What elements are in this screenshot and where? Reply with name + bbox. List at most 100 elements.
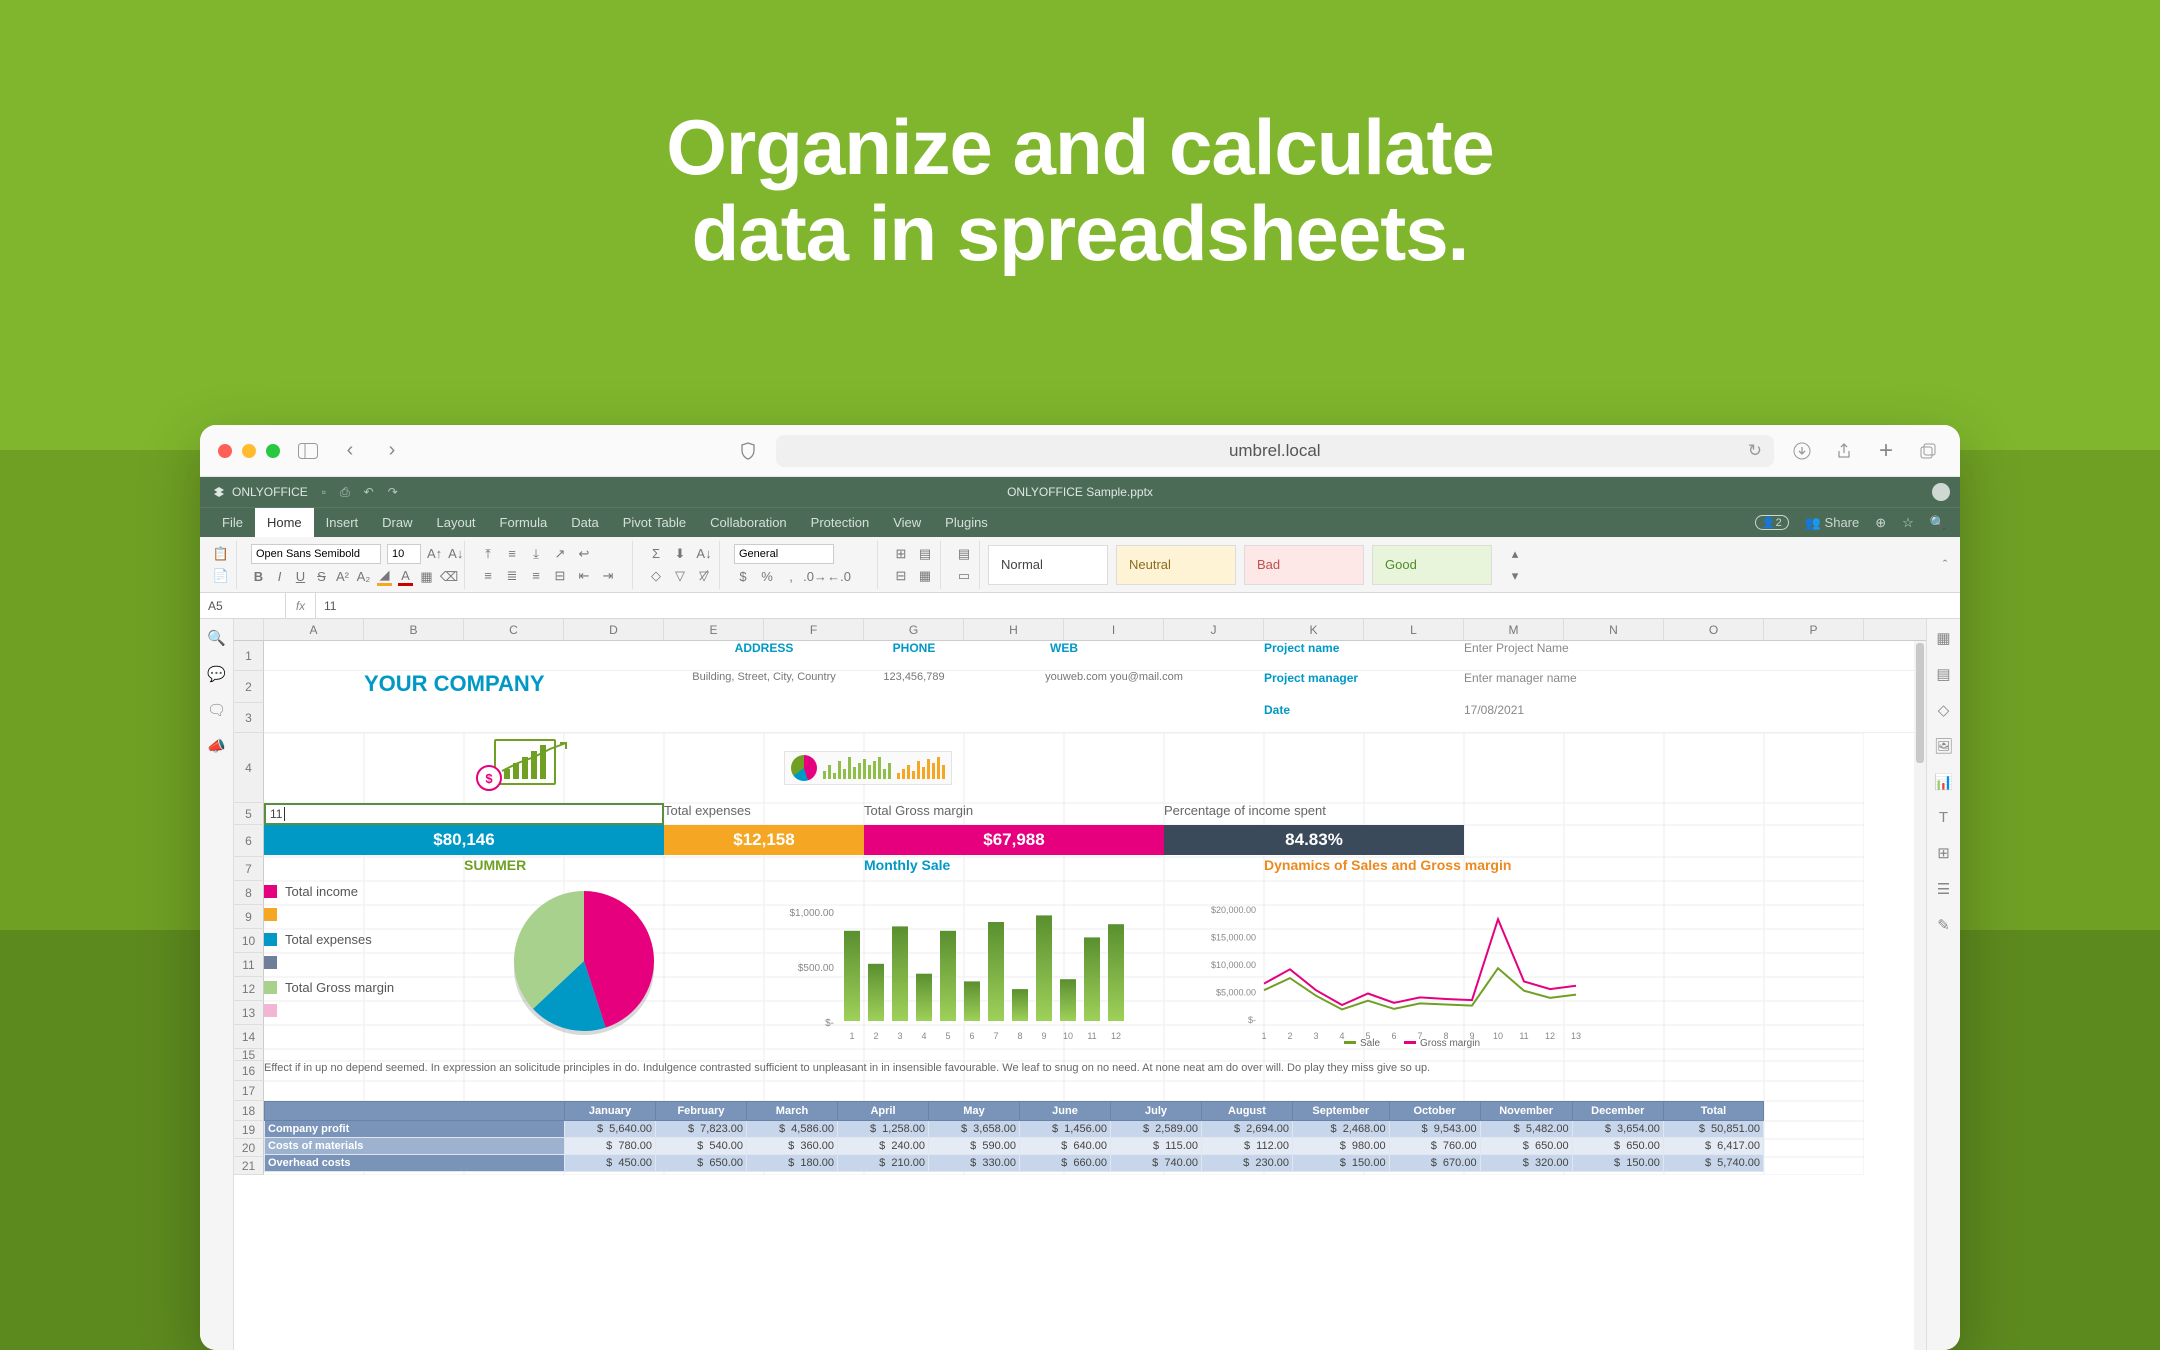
rail-feedback-icon[interactable]: 📣 bbox=[207, 737, 226, 755]
percent-icon[interactable]: % bbox=[758, 568, 776, 586]
col-head-H[interactable]: H bbox=[964, 619, 1064, 640]
pie-chart[interactable] bbox=[504, 881, 664, 1041]
undo-icon[interactable]: ↶ bbox=[364, 485, 374, 500]
row-head-18[interactable]: 18 bbox=[234, 1101, 264, 1121]
maximize-icon[interactable] bbox=[266, 444, 280, 458]
menu-data[interactable]: Data bbox=[559, 508, 610, 537]
copy-icon[interactable]: 📋 bbox=[212, 545, 230, 563]
shield-icon[interactable] bbox=[734, 437, 762, 465]
col-head-I[interactable]: I bbox=[1064, 619, 1164, 640]
row-head-8[interactable]: 8 bbox=[234, 881, 264, 905]
styles-down-icon[interactable]: ▾ bbox=[1506, 567, 1524, 585]
rail-image-icon[interactable]: 🖼 bbox=[1934, 737, 1953, 755]
cell-style-neutral[interactable]: Neutral bbox=[1116, 545, 1236, 585]
rail-shape-icon[interactable]: ◇ bbox=[1938, 701, 1950, 719]
redo-icon[interactable]: ↷ bbox=[388, 485, 398, 500]
col-head-M[interactable]: M bbox=[1464, 619, 1564, 640]
menu-formula[interactable]: Formula bbox=[488, 508, 560, 537]
row-head-2[interactable]: 2 bbox=[234, 671, 264, 703]
col-head-E[interactable]: E bbox=[664, 619, 764, 640]
cell-style-bad[interactable]: Bad bbox=[1244, 545, 1364, 585]
search-icon[interactable]: 🔍 bbox=[1930, 515, 1946, 531]
col-head-B[interactable]: B bbox=[364, 619, 464, 640]
spreadsheet-grid[interactable]: ABCDEFGHIJKLMNOP 12345678910111213141516… bbox=[234, 619, 1926, 1350]
menu-pivot[interactable]: Pivot Table bbox=[611, 508, 698, 537]
window-controls[interactable] bbox=[218, 444, 280, 458]
row-head-9[interactable]: 9 bbox=[234, 905, 264, 929]
align-top-icon[interactable]: ⤒ bbox=[479, 545, 497, 563]
row-head-7[interactable]: 7 bbox=[234, 857, 264, 881]
col-head-L[interactable]: L bbox=[1364, 619, 1464, 640]
rail-table-icon[interactable]: ▤ bbox=[1936, 665, 1950, 683]
rail-pivot-icon[interactable]: ⊞ bbox=[1937, 844, 1950, 862]
merge-icon[interactable]: ⊟ bbox=[551, 567, 569, 585]
cell-format-icon[interactable]: ▭ bbox=[955, 567, 973, 585]
col-head-A[interactable]: A bbox=[264, 619, 364, 640]
fx-icon[interactable]: fx bbox=[286, 593, 316, 618]
project-date-value[interactable]: 17/08/2021 bbox=[1464, 703, 1764, 717]
col-head-P[interactable]: P bbox=[1764, 619, 1864, 640]
row-head-6[interactable]: 6 bbox=[234, 825, 264, 857]
open-location-icon[interactable]: ⊕ bbox=[1875, 515, 1886, 531]
align-center-icon[interactable]: ≣ bbox=[503, 567, 521, 585]
downloads-icon[interactable] bbox=[1788, 437, 1816, 465]
share-button[interactable]: 👥 Share bbox=[1805, 515, 1860, 531]
cond-format-icon[interactable]: ▤ bbox=[916, 545, 934, 563]
row-head-4[interactable]: 4 bbox=[234, 733, 264, 803]
name-box[interactable]: A5 bbox=[200, 593, 286, 618]
menu-insert[interactable]: Insert bbox=[314, 508, 371, 537]
rail-search-icon[interactable]: 🔍 bbox=[207, 629, 226, 647]
menu-view[interactable]: View bbox=[881, 508, 933, 537]
col-head-J[interactable]: J bbox=[1164, 619, 1264, 640]
rail-slicer-icon[interactable]: ☰ bbox=[1937, 880, 1950, 898]
clear-format-icon[interactable]: ◇ bbox=[647, 567, 665, 585]
row-head-5[interactable]: 5 bbox=[234, 803, 264, 825]
rail-signature-icon[interactable]: ✎ bbox=[1937, 916, 1950, 934]
line-chart[interactable]: $-$5,000.00$10,000.00$15,000.00$20,000.0… bbox=[1194, 881, 1634, 1056]
comma-icon[interactable]: , bbox=[782, 568, 800, 586]
super-icon[interactable]: A² bbox=[335, 568, 350, 586]
col-head-N[interactable]: N bbox=[1564, 619, 1664, 640]
align-bot-icon[interactable]: ⤓ bbox=[527, 545, 545, 563]
align-mid-icon[interactable]: ≡ bbox=[503, 545, 521, 563]
number-format[interactable] bbox=[734, 544, 834, 564]
wrap-icon[interactable]: ↩ bbox=[575, 545, 593, 563]
bold-icon[interactable]: B bbox=[251, 568, 266, 586]
row-head-21[interactable]: 21 bbox=[234, 1157, 264, 1175]
print-icon[interactable]: ⎙ bbox=[340, 485, 350, 500]
new-tab-icon[interactable]: + bbox=[1872, 437, 1900, 465]
rail-chart-icon[interactable]: 📊 bbox=[1934, 773, 1953, 791]
currency-icon[interactable]: $ bbox=[734, 568, 752, 586]
share-icon[interactable] bbox=[1830, 437, 1858, 465]
row-head-20[interactable]: 20 bbox=[234, 1139, 264, 1157]
rail-cell-settings-icon[interactable]: ▦ bbox=[1936, 629, 1950, 647]
sidebar-toggle-icon[interactable] bbox=[294, 437, 322, 465]
menu-protect[interactable]: Protection bbox=[799, 508, 882, 537]
delete-cells-icon[interactable]: ⊟ bbox=[892, 567, 910, 585]
font-select[interactable] bbox=[251, 544, 381, 564]
align-right-icon[interactable]: ≡ bbox=[527, 567, 545, 585]
url-bar[interactable]: umbrel.local ↻ bbox=[776, 435, 1774, 467]
filter-icon[interactable]: ▽ bbox=[671, 567, 689, 585]
col-head-F[interactable]: F bbox=[764, 619, 864, 640]
insert-cells-icon[interactable]: ⊞ bbox=[892, 545, 910, 563]
rail-comments-icon[interactable]: 💬 bbox=[207, 665, 226, 683]
font-color-icon[interactable]: A bbox=[398, 568, 413, 586]
row-head-1[interactable]: 1 bbox=[234, 641, 264, 671]
row-head-15[interactable]: 15 bbox=[234, 1049, 264, 1061]
col-head-C[interactable]: C bbox=[464, 619, 564, 640]
tabs-icon[interactable] bbox=[1914, 437, 1942, 465]
increase-font-icon[interactable]: A↑ bbox=[427, 545, 442, 563]
nav-forward-icon[interactable]: › bbox=[378, 437, 406, 465]
row-head-13[interactable]: 13 bbox=[234, 1001, 264, 1025]
row-head-10[interactable]: 10 bbox=[234, 929, 264, 953]
remove-filter-icon[interactable]: ▽̸ bbox=[695, 567, 713, 585]
vertical-scrollbar[interactable] bbox=[1914, 641, 1926, 1350]
row-head-11[interactable]: 11 bbox=[234, 953, 264, 977]
col-head-D[interactable]: D bbox=[564, 619, 664, 640]
menu-plugins[interactable]: Plugins bbox=[933, 508, 1000, 537]
menu-file[interactable]: File bbox=[210, 508, 255, 537]
strike-icon[interactable]: S bbox=[314, 568, 329, 586]
close-icon[interactable] bbox=[218, 444, 232, 458]
cell-style-good[interactable]: Good bbox=[1372, 545, 1492, 585]
